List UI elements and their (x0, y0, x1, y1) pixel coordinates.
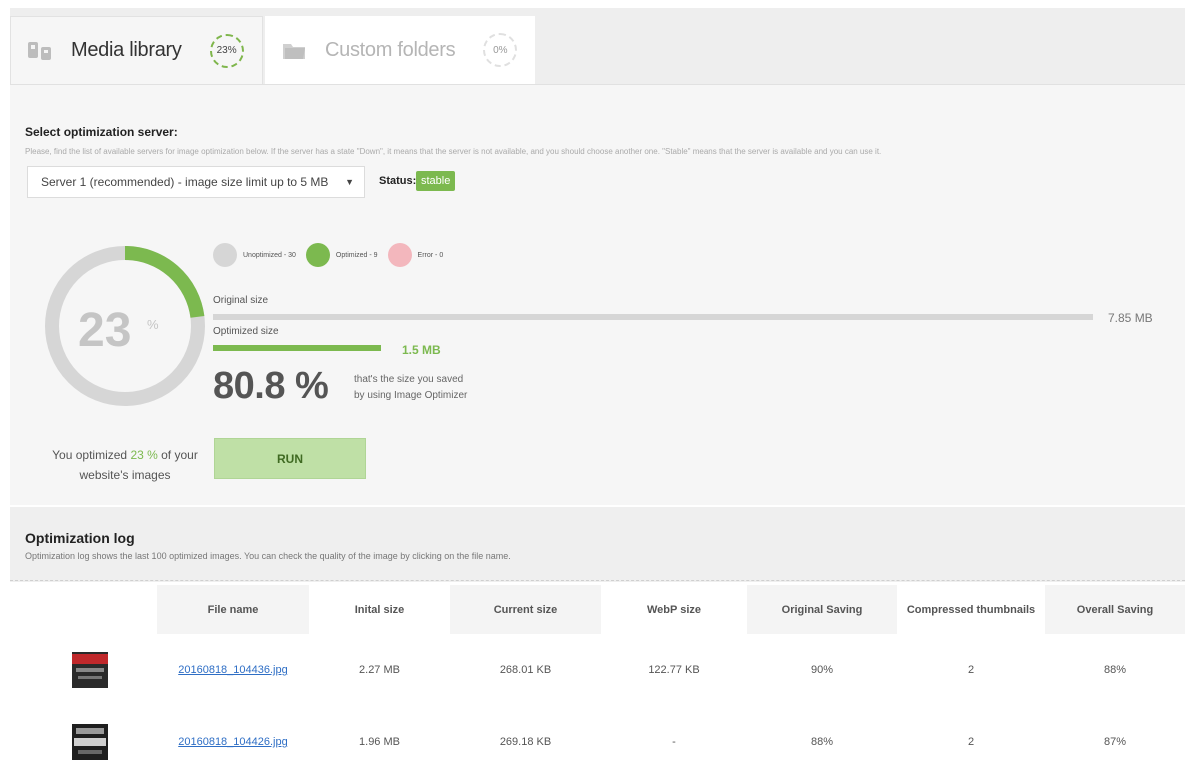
table-row: 20160818_104436.jpg 2.27 MB 268.01 KB 12… (10, 640, 1185, 700)
column-header: File name (157, 585, 309, 634)
legend-dot (213, 243, 237, 267)
optimized-line2: website's images (79, 468, 171, 482)
thumbnail-cell (50, 640, 130, 700)
table-row: 20160818_104426.jpg 1.96 MB 269.18 KB - … (10, 712, 1185, 772)
optimized-prefix: You optimized (52, 448, 131, 462)
status-label: Status: (379, 175, 417, 187)
file-name-link[interactable]: 20160818_104436.jpg (178, 664, 288, 676)
image-thumbnail[interactable] (72, 652, 108, 688)
server-description: Please, find the list of available serve… (25, 147, 882, 156)
column-header: WebP size (646, 603, 701, 616)
column-header: Compressed thumbnails (906, 603, 1036, 616)
legend-label: Error - 0 (417, 251, 444, 259)
file-name-link[interactable]: 20160818_104426.jpg (178, 736, 288, 748)
original-saving-cell: 88% (810, 736, 834, 748)
current-size-cell: 269.18 KB (499, 736, 552, 748)
optimized-size-label: Optimized size (213, 326, 279, 337)
optimized-summary: You optimized 23 % of your website's ima… (40, 445, 210, 485)
compressed-thumbnails-cell: 2 (967, 664, 975, 676)
tab-progress-badge: 23% (209, 33, 244, 68)
saved-description: that's the size you saved by using Image… (354, 372, 467, 404)
column-header: Original Saving (747, 585, 897, 634)
saved-percent: 80.8 % (213, 365, 329, 407)
legend-item-unoptimized: Unoptimized - 30 (213, 243, 296, 267)
status-badge: stable (416, 171, 456, 191)
legend-label: Optimized - 9 (335, 251, 378, 259)
saved-line2: by using Image Optimizer (354, 390, 468, 401)
tab-media-library[interactable]: Media library 23% (10, 16, 263, 84)
compressed-thumbnails-cell: 2 (967, 736, 975, 748)
tab-label: Media library (71, 39, 182, 61)
initial-size-cell: 1.96 MB (359, 736, 400, 748)
optimized-suffix: of your (157, 448, 198, 462)
optimized-size-bar (213, 345, 381, 351)
run-button[interactable]: RUN (214, 438, 366, 479)
divider (10, 580, 1185, 581)
original-size-label: Original size (213, 295, 269, 306)
column-header: Inital size (354, 603, 405, 616)
current-size-cell: 268.01 KB (499, 664, 552, 676)
initial-size-cell: 2.27 MB (359, 664, 400, 676)
legend-item-optimized: Optimized - 9 (305, 243, 378, 267)
original-size-value: 7.85 MB (1108, 311, 1153, 325)
webp-size-cell: 122.77 KB (648, 664, 700, 676)
tabs-bar: Media library 23% Custom folders 0% (10, 8, 1185, 85)
overall-saving-cell: 88% (1103, 664, 1127, 676)
log-description: Optimization log shows the last 100 opti… (25, 551, 511, 561)
legend-label: Unoptimized - 30 (243, 251, 296, 259)
legend-dot (387, 243, 412, 267)
optimized-percent-value: 23 (78, 304, 132, 357)
folder-icon (281, 38, 307, 62)
media-library-icon (27, 39, 53, 63)
thumbnail-cell (50, 712, 130, 772)
tab-custom-folders[interactable]: Custom folders 0% (265, 16, 535, 84)
legend: Unoptimized - 30 Optimized - 9 Error - 0 (213, 243, 453, 267)
percent-symbol: % (147, 317, 159, 332)
tab-progress-badge: 0% (483, 33, 518, 67)
original-saving-cell: 90% (810, 664, 834, 676)
webp-size-cell: - (672, 736, 676, 748)
legend-item-error: Error - 0 (387, 243, 444, 267)
log-table-header: File name Inital size Current size WebP … (10, 585, 1185, 634)
saved-line1: that's the size you saved (354, 374, 464, 385)
image-thumbnail[interactable] (72, 724, 108, 760)
file-name-cell: 20160818_104426.jpg (157, 712, 309, 772)
server-select[interactable]: Server 1 (recommended) - image size limi… (27, 166, 365, 198)
optimization-panel: Select optimization server: Please, find… (10, 85, 1185, 505)
server-select-value: Server 1 (recommended) - image size limi… (41, 175, 329, 189)
overall-saving-cell: 87% (1103, 736, 1127, 748)
column-header: Overall Saving (1045, 585, 1185, 634)
server-section-title: Select optimization server: (25, 125, 178, 139)
optimized-percent-text: 23 % (130, 448, 158, 462)
optimization-log-header: Optimization log Optimization log shows … (10, 507, 1185, 582)
column-header: Current size (450, 585, 601, 634)
tab-label: Custom folders (325, 38, 456, 61)
legend-dot (305, 243, 330, 267)
original-size-bar (213, 314, 1093, 320)
optimized-size-value: 1.5 MB (402, 343, 441, 357)
file-name-cell: 20160818_104436.jpg (157, 640, 309, 700)
dropdown-arrow-icon: ▼ (345, 177, 354, 187)
log-title: Optimization log (25, 530, 135, 546)
